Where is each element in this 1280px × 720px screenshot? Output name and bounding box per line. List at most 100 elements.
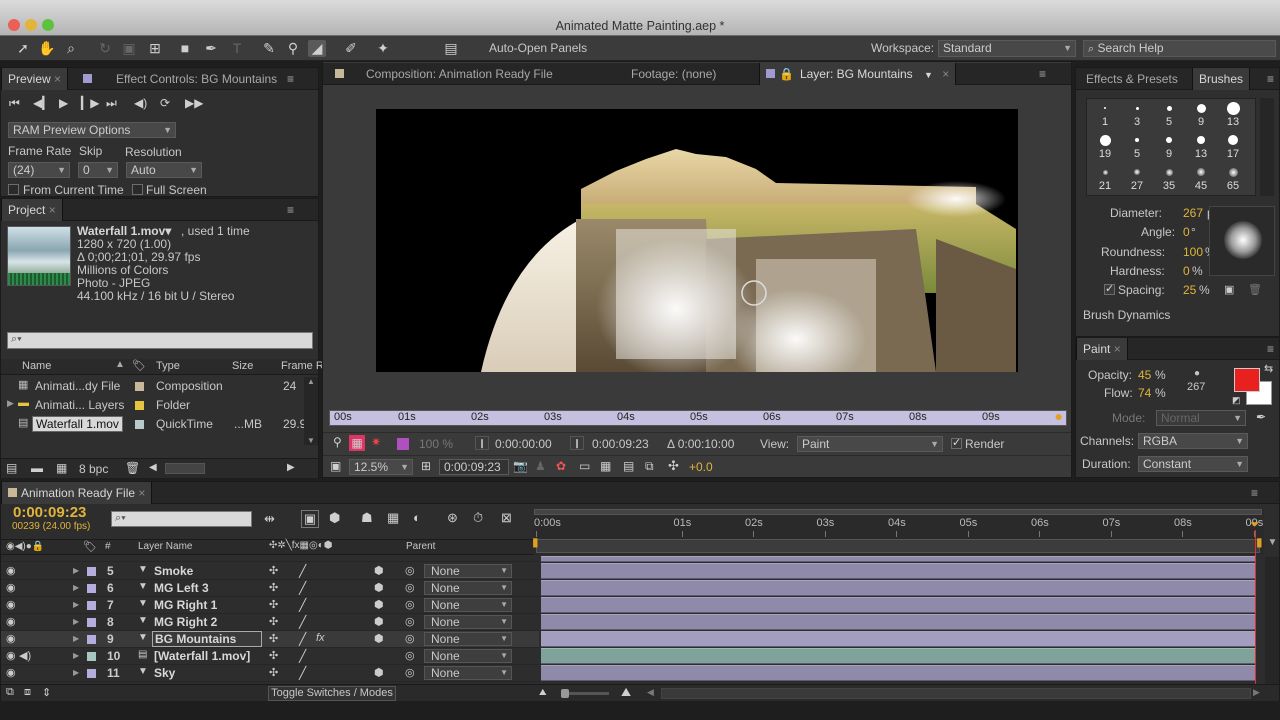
- type-tool-icon[interactable]: T: [228, 40, 246, 57]
- zoom-out-icon[interactable]: ⛰: [539, 687, 547, 698]
- brush-tip[interactable]: 65: [1217, 163, 1249, 195]
- tab-project[interactable]: Project ×: [1, 199, 63, 221]
- mask-tool-icon[interactable]: ■: [176, 40, 194, 57]
- mode-dropdown[interactable]: Normal ▼: [1156, 410, 1246, 426]
- tab-effects-presets[interactable]: Effects & Presets: [1080, 68, 1184, 90]
- layer-label-color[interactable]: [87, 601, 96, 610]
- shy-switch-icon[interactable]: ✣: [269, 632, 278, 645]
- panel-menu-icon[interactable]: ≡: [1251, 482, 1258, 504]
- parent-dropdown[interactable]: None ▼: [424, 666, 512, 680]
- project-scrollbar[interactable]: ▲ ▼: [304, 377, 318, 445]
- brush-tip[interactable]: 13: [1217, 99, 1249, 131]
- shy-switch-icon[interactable]: ✣: [269, 615, 278, 628]
- interpret-footage-icon[interactable]: ▤: [6, 461, 17, 475]
- brush-tip-grid[interactable]: 1 3 5 9 13 19 5 9 13 17 21 27 35 45 65: [1086, 98, 1256, 196]
- composition-mini-flowchart-icon[interactable]: ⇹: [264, 511, 275, 527]
- timeline-layer-row[interactable]: ◉ ▶ 11 ▼ Sky ✣ ╱ ⬢ ◎ None ▼: [1, 665, 539, 682]
- tab-timeline[interactable]: Animation Ready File ×: [1, 482, 153, 504]
- project-item-selected[interactable]: ▤ Waterfall 1.mov QuickTime ...MB 29.9: [1, 415, 306, 434]
- roto-brush-tool-icon[interactable]: ✐: [342, 40, 360, 57]
- work-area-end-icon[interactable]: ▮: [1256, 535, 1263, 549]
- brush-tip[interactable]: 9: [1153, 131, 1185, 163]
- brush-tip[interactable]: 3: [1121, 99, 1153, 131]
- toggle-switches-modes-button[interactable]: Toggle Switches / Modes: [268, 686, 396, 701]
- brush-tip[interactable]: 45: [1185, 163, 1217, 195]
- brush-tip[interactable]: 9: [1185, 99, 1217, 131]
- timeline-layer-row[interactable]: ◉ ▶ 8 ▼ MG Right 2 ✣ ╱ ⬢ ◎ None ▼: [1, 614, 539, 631]
- save-brush-icon[interactable]: ▣: [1224, 283, 1234, 296]
- column-layer-name[interactable]: Layer Name: [138, 541, 192, 552]
- brush-tool-icon[interactable]: ✎: [260, 40, 278, 57]
- in-point-icon[interactable]: ❙: [475, 436, 489, 450]
- ram-preview-icon[interactable]: ▶▶: [185, 96, 203, 110]
- show-snapshot-icon[interactable]: ♟: [535, 459, 546, 473]
- swap-colors-icon[interactable]: ⇆: [1264, 362, 1273, 375]
- layer-duration-bar[interactable]: [541, 580, 1255, 596]
- tab-brushes[interactable]: Brushes: [1192, 68, 1251, 90]
- tab-effect-controls[interactable]: Effect Controls: BG Mountains: [77, 68, 283, 90]
- timeline-ruler[interactable]: 0:00s 01s 02s 03s 04s 05s 06s 07s 08s 09s ▮ ▮ ⏷: [532, 509, 1264, 555]
- quality-switch-icon[interactable]: ╱: [299, 598, 306, 612]
- loop-icon[interactable]: ⟳: [160, 96, 170, 110]
- layer-name[interactable]: BG Mountains: [152, 631, 262, 647]
- resolution-icon[interactable]: ▭: [579, 459, 590, 473]
- layer-label-color[interactable]: [87, 652, 96, 661]
- quality-switch-icon[interactable]: ╱: [299, 615, 306, 629]
- layer-label-color[interactable]: [87, 669, 96, 678]
- tab-footage[interactable]: Footage: (none): [625, 63, 722, 85]
- panel-menu-icon[interactable]: ≡: [1267, 338, 1274, 360]
- brush-tip[interactable]: 5: [1153, 99, 1185, 131]
- always-preview-icon[interactable]: ▣: [330, 459, 341, 473]
- rotate-tool-icon[interactable]: ↻: [96, 40, 114, 57]
- parent-dropdown[interactable]: None ▼: [424, 649, 512, 663]
- visibility-eye-icon[interactable]: ◉: [6, 581, 16, 594]
- layer-duration-bar[interactable]: [541, 648, 1255, 664]
- brush-tip[interactable]: 19: [1089, 131, 1121, 163]
- visibility-eye-icon[interactable]: ◉: [6, 666, 16, 679]
- panel-menu-icon[interactable]: ≡: [287, 68, 294, 90]
- shy-switch-icon[interactable]: ✣: [269, 564, 278, 577]
- visibility-eye-icon[interactable]: ◉: [6, 598, 16, 611]
- delete-brush-icon[interactable]: 🗑: [1248, 283, 1262, 296]
- brush-tip[interactable]: 27: [1121, 163, 1153, 195]
- visibility-eye-icon[interactable]: ◉: [6, 564, 16, 577]
- from-current-time-checkbox[interactable]: [8, 184, 19, 195]
- spacing-checkbox[interactable]: ✓: [1104, 283, 1115, 295]
- shy-switch-icon[interactable]: ✣: [269, 598, 278, 611]
- panel-menu-icon[interactable]: ≡: [1039, 63, 1046, 85]
- layer-label-color[interactable]: [87, 635, 96, 644]
- snapshot-icon[interactable]: 📷: [513, 459, 528, 473]
- timeline-layer-row[interactable]: ◉ ▶ 6 ▼ MG Left 3 ✣ ╱ ⬢ ◎ None ▼: [1, 580, 539, 597]
- pick-whip-icon[interactable]: ◎: [405, 598, 415, 611]
- parent-dropdown[interactable]: None ▼: [424, 632, 512, 646]
- view-dropdown[interactable]: Paint ▼: [797, 436, 943, 452]
- pick-whip-icon[interactable]: ◎: [405, 581, 415, 594]
- scroll-right-icon[interactable]: ▶: [1253, 687, 1260, 698]
- new-folder-icon[interactable]: ▬: [31, 461, 43, 475]
- 3d-layer-switch-icon[interactable]: ⬢: [374, 581, 384, 594]
- scroll-right-icon[interactable]: ▶: [287, 462, 295, 473]
- project-search-input[interactable]: ⌕▾: [7, 332, 313, 349]
- clone-stamp-tool-icon[interactable]: ⚲: [284, 40, 302, 57]
- out-point-icon[interactable]: ❙: [570, 436, 584, 450]
- quality-switch-icon[interactable]: ╱: [299, 564, 306, 578]
- brush-tip[interactable]: 13: [1185, 131, 1217, 163]
- brush-tip[interactable]: 35: [1153, 163, 1185, 195]
- current-time-field[interactable]: 0:00:09:23: [439, 459, 509, 475]
- brush-tip[interactable]: 17: [1217, 131, 1249, 163]
- parent-dropdown[interactable]: None ▼: [424, 564, 512, 578]
- quality-switch-icon[interactable]: ╱: [299, 649, 306, 663]
- layer-name[interactable]: [Waterfall 1.mov]: [154, 649, 250, 663]
- zoom-tool-icon[interactable]: ⌕: [62, 40, 80, 57]
- panel-menu-icon[interactable]: ≡: [287, 199, 294, 221]
- pen-tool-icon[interactable]: ✒: [202, 40, 220, 57]
- column-size[interactable]: Size: [232, 360, 253, 372]
- in-point-value[interactable]: 0:00:00:00: [495, 437, 552, 451]
- scroll-up-icon[interactable]: ▲: [307, 377, 315, 386]
- first-frame-icon[interactable]: ⏮: [9, 96, 20, 111]
- duration-dropdown[interactable]: Constant ▼: [1138, 456, 1248, 472]
- timeline-layer-row[interactable]: ◉ ▶ 5 ▼ Smoke ✣ ╱ ⬢ ◎ None ▼: [1, 563, 539, 580]
- pick-whip-icon[interactable]: ◎: [405, 564, 415, 577]
- timeline-current-time[interactable]: 0:00:09:23: [13, 504, 86, 521]
- column-type[interactable]: Type: [156, 360, 180, 372]
